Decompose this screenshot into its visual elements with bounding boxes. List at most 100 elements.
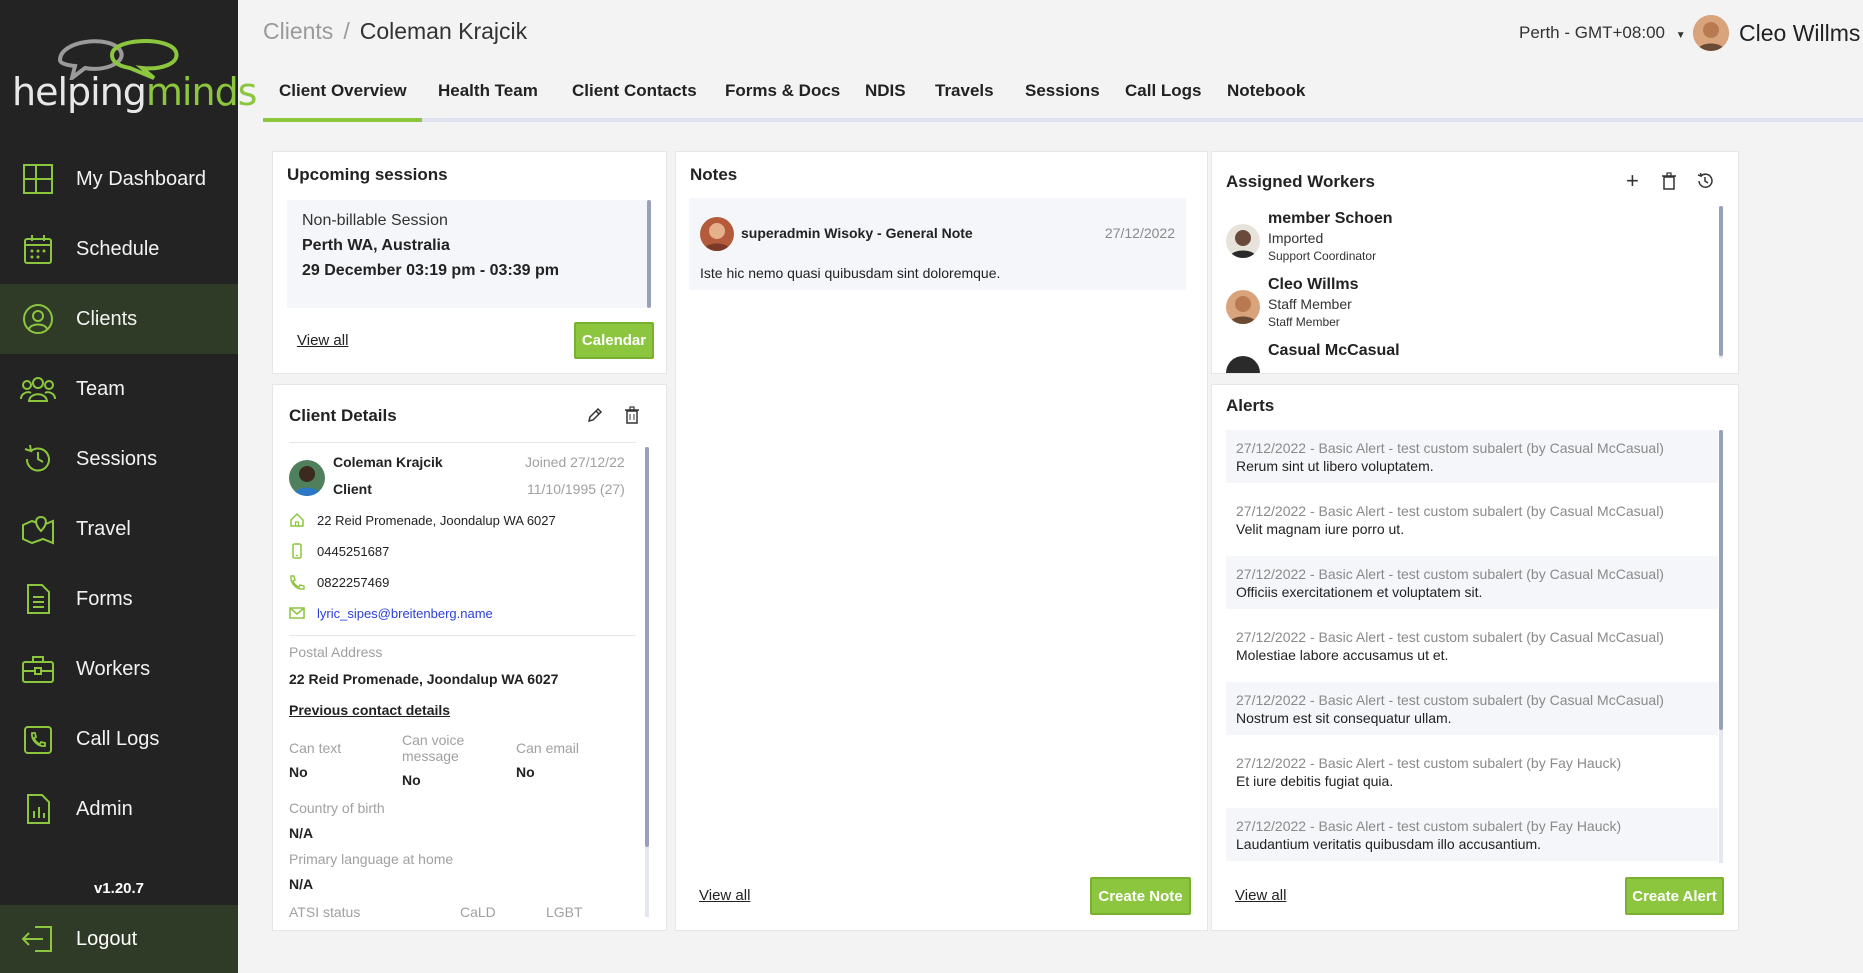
can-text-label: Can text (289, 740, 342, 756)
sidebar-item-call-logs[interactable]: Call Logs (0, 704, 238, 774)
timezone-select[interactable]: Perth - GMT+08:00 ▼ (1519, 23, 1686, 43)
history-icon[interactable] (1696, 172, 1714, 195)
tab-ndis[interactable]: NDIS (865, 78, 906, 118)
worker-name: Cleo Willms (1268, 276, 1359, 293)
worker-item[interactable]: Cleo Willms Staff Member Staff Member (1226, 276, 1359, 329)
mobile-text: 0445251687 (317, 543, 390, 559)
brand-logo[interactable]: helpingminds (12, 30, 257, 120)
tab-sessions[interactable]: Sessions (1025, 78, 1100, 118)
sidebar-item-admin[interactable]: Admin (0, 774, 238, 844)
session-item[interactable]: Non-billable Session Perth WA, Australia… (287, 200, 649, 308)
email-link[interactable]: lyric_sipes@breitenberg.name (317, 606, 493, 621)
alert-item[interactable]: 27/12/2022 - Basic Alert - test custom s… (1226, 808, 1718, 861)
tab-call-logs[interactable]: Call Logs (1125, 78, 1202, 118)
session-location: Perth WA, Australia (302, 237, 450, 254)
sidebar-item-my-dashboard[interactable]: My Dashboard (0, 144, 238, 214)
mobile-row: 0445251687 (289, 543, 389, 559)
tab-notebook[interactable]: Notebook (1227, 78, 1305, 118)
trash-icon[interactable] (1661, 172, 1677, 195)
sidebar-item-forms[interactable]: Forms (0, 564, 238, 634)
sidebar-item-schedule[interactable]: Schedule (0, 214, 238, 284)
user-menu[interactable]: Cleo Willms (1693, 15, 1860, 51)
session-time: 29 December 03:19 pm - 03:39 pm (302, 262, 560, 279)
add-icon[interactable]: + (1626, 170, 1639, 192)
mail-icon (289, 607, 305, 619)
sidebar-item-label: Call Logs (76, 727, 160, 750)
can-text-value: No (289, 764, 308, 780)
postal-address-value: 22 Reid Promenade, Joondalup WA 6027 (289, 671, 559, 687)
can-email-value: No (516, 764, 535, 780)
can-voice-value: No (402, 772, 421, 788)
tab-travels[interactable]: Travels (935, 78, 994, 118)
app-version: v1.20.7 (93, 880, 145, 897)
sidebar-item-travel[interactable]: Travel (0, 494, 238, 564)
sidebar-item-label: Team (76, 377, 125, 400)
user-name: Cleo Willms (1739, 19, 1861, 46)
assigned-workers-card: Assigned Workers + member Schoen Importe… (1211, 151, 1739, 374)
divider (289, 442, 636, 443)
avatar (1226, 290, 1260, 324)
scrollbar[interactable] (647, 200, 651, 308)
tab-health-team[interactable]: Health Team (438, 78, 538, 118)
atsi-status-label: ATSI status (289, 904, 361, 920)
worker-name: member Schoen (1268, 210, 1393, 227)
worker-name: Casual McCasual (1268, 342, 1400, 359)
avatar (1226, 224, 1260, 258)
tab-forms-docs[interactable]: Forms & Docs (725, 78, 840, 118)
create-note-button[interactable]: Create Note (1090, 877, 1191, 915)
trash-icon[interactable] (624, 406, 640, 429)
edit-pencil-icon[interactable] (586, 406, 604, 429)
calendar-button[interactable]: Calendar (574, 322, 654, 359)
timezone-label: Perth - GMT+08:00 (1519, 23, 1665, 42)
history-icon (20, 441, 56, 477)
worker-item[interactable]: Casual McCasual (1226, 342, 1400, 373)
worker-role: Support Coordinator (1268, 249, 1377, 263)
logout-button[interactable]: Logout (0, 905, 238, 973)
sidebar-item-sessions[interactable]: Sessions (0, 424, 238, 494)
view-all-alerts-link[interactable]: View all (1235, 887, 1286, 904)
view-all-sessions-link[interactable]: View all (297, 332, 348, 349)
upcoming-sessions-card: Upcoming sessions Non-billable Session P… (272, 151, 667, 374)
client-name: Coleman Krajcik (333, 454, 443, 470)
alert-item[interactable]: 27/12/2022 - Basic Alert - test custom s… (1226, 556, 1718, 609)
card-title: Client Details (289, 406, 397, 425)
worker-item[interactable]: member Schoen Imported Support Coordinat… (1226, 210, 1392, 263)
worker-status: Imported (1268, 230, 1324, 246)
alert-item[interactable]: 27/12/2022 - Basic Alert - test custom s… (1226, 493, 1718, 546)
sidebar-item-team[interactable]: Team (0, 354, 238, 424)
alert-item[interactable]: 27/12/2022 - Basic Alert - test custom s… (1226, 430, 1718, 483)
sidebar: helpingminds My Dashboard Schedule Clien… (0, 0, 257, 973)
sidebar-item-clients[interactable]: Clients (0, 284, 238, 354)
phone-text: 0822257469 (317, 574, 390, 590)
breadcrumb-separator: / (343, 18, 350, 44)
avatar (1693, 15, 1729, 51)
note-item[interactable]: superadmin Wisoky - General Note 27/12/2… (689, 198, 1186, 290)
tab-client-overview[interactable]: Client Overview (279, 78, 407, 118)
scrollbar[interactable] (1719, 430, 1723, 730)
primary-language-label: Primary language at home (289, 851, 454, 867)
alert-text: Nostrum est sit consequatur ullam. (1236, 710, 1452, 726)
scrollbar[interactable] (645, 447, 649, 847)
chart-file-icon (20, 791, 56, 827)
client-role: Client (333, 481, 372, 497)
alert-text: Officiis exercitationem et voluptatem si… (1236, 584, 1483, 600)
breadcrumb-clients-link[interactable]: Clients (263, 18, 333, 44)
card-title: Notes (690, 165, 738, 184)
previous-contact-details-link[interactable]: Previous contact details (289, 702, 450, 718)
create-alert-button[interactable]: Create Alert (1625, 877, 1724, 915)
cald-label: CaLD (460, 904, 496, 920)
scrollbar[interactable] (1719, 206, 1723, 356)
alert-header: 27/12/2022 - Basic Alert - test custom s… (1236, 755, 1622, 771)
document-icon (20, 581, 56, 617)
alerts-card: Alerts 27/12/2022 - Basic Alert - test c… (1211, 384, 1739, 931)
tab-client-contacts[interactable]: Client Contacts (572, 78, 697, 118)
sidebar-item-label: Forms (76, 587, 133, 610)
session-type: Non-billable Session (302, 212, 448, 229)
alert-item[interactable]: 27/12/2022 - Basic Alert - test custom s… (1226, 682, 1718, 735)
view-all-notes-link[interactable]: View all (699, 887, 750, 904)
alert-item[interactable]: 27/12/2022 - Basic Alert - test custom s… (1226, 745, 1718, 798)
sidebar-item-workers[interactable]: Workers (0, 634, 238, 704)
calendar-icon (20, 231, 56, 267)
notes-card: Notes superadmin Wisoky - General Note 2… (675, 151, 1208, 931)
alert-item[interactable]: 27/12/2022 - Basic Alert - test custom s… (1226, 619, 1718, 672)
